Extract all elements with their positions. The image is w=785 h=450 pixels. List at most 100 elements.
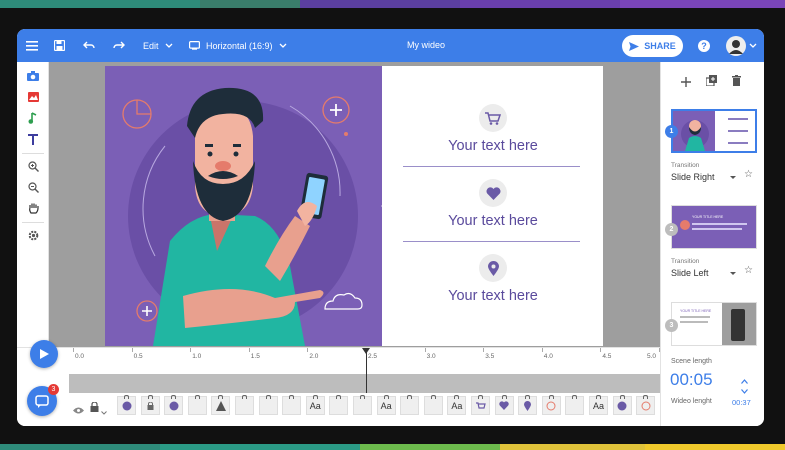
redo-icon[interactable] <box>113 29 125 62</box>
layout-select[interactable]: Horizontal (16:9) <box>189 29 287 62</box>
layer-item[interactable] <box>164 395 184 415</box>
layer-label: Aa <box>592 400 604 411</box>
camera-icon[interactable] <box>25 68 41 84</box>
zoom-in-icon[interactable] <box>25 158 41 174</box>
text-item-1[interactable]: Your text here <box>403 104 583 154</box>
cart-icon <box>479 104 507 132</box>
layer-item[interactable]: Aa <box>305 395 325 415</box>
layer-item[interactable] <box>235 395 254 415</box>
location-icon <box>524 400 532 411</box>
slide-canvas[interactable]: Your text here Your text here Your text … <box>105 66 603 346</box>
ruler-tick-mark <box>424 348 426 352</box>
layer-item[interactable]: Aa <box>376 395 396 415</box>
text-item-label: Your text here <box>448 138 538 154</box>
help-icon[interactable]: ? <box>698 29 710 62</box>
lock-icon[interactable] <box>90 399 99 417</box>
layer-item[interactable] <box>140 395 160 415</box>
layer-item[interactable] <box>117 395 136 415</box>
share-button[interactable]: SHARE <box>622 35 683 57</box>
star-icon[interactable]: ☆ <box>744 265 753 276</box>
chevron-down-icon[interactable] <box>101 402 107 420</box>
hamburger-icon[interactable] <box>26 29 38 62</box>
edit-menu[interactable]: Edit <box>143 29 173 62</box>
transition-select-2[interactable]: Slide Left <box>671 268 709 278</box>
thumbnail-illustration <box>681 120 709 151</box>
layer-item[interactable] <box>282 395 302 415</box>
ruler-tick-label: 4.0 <box>543 353 553 360</box>
layer-item[interactable] <box>518 395 538 415</box>
layer-item[interactable] <box>187 395 207 415</box>
layer-item[interactable] <box>612 395 632 415</box>
chevron-down-icon <box>279 43 286 48</box>
layout-label: Horizontal (16:9) <box>206 40 273 51</box>
scene-thumbnail-1[interactable] <box>671 109 757 153</box>
lock-icon <box>619 395 625 399</box>
layer-item[interactable] <box>471 395 490 415</box>
settings-icon[interactable] <box>25 227 41 243</box>
text-item-2[interactable]: Your text here <box>403 179 583 229</box>
lock-icon <box>242 395 247 399</box>
scene-length-label: Scene length <box>671 358 712 365</box>
layer-label: Aa <box>451 400 463 411</box>
layer-item[interactable] <box>423 395 443 415</box>
text-item-3[interactable]: Your text here <box>403 254 583 304</box>
undo-icon[interactable] <box>83 29 95 62</box>
playhead[interactable] <box>366 349 367 393</box>
tools-separator <box>22 222 44 223</box>
play-button[interactable] <box>30 340 58 368</box>
layer-item[interactable] <box>636 395 656 415</box>
chevron-down-icon[interactable] <box>730 176 736 179</box>
layer-item[interactable] <box>329 395 349 415</box>
timeline-track[interactable] <box>69 374 660 393</box>
hand-icon[interactable] <box>25 200 41 216</box>
save-icon[interactable] <box>54 29 65 62</box>
transition-select-1[interactable]: Slide Right <box>671 172 715 182</box>
ruler-tick-mark <box>541 348 543 352</box>
circle-shape-icon <box>169 401 179 410</box>
chevron-down-icon[interactable] <box>730 272 736 275</box>
layer-item[interactable]: Aa <box>447 395 467 415</box>
ruler-tick-label: 5.0 <box>647 353 657 360</box>
man-with-phone-illustration <box>122 87 363 346</box>
trash-icon[interactable] <box>732 73 741 91</box>
layer-item[interactable]: Aa <box>589 395 608 415</box>
image-icon[interactable] <box>25 89 41 105</box>
layer-item[interactable] <box>494 395 514 415</box>
project-title[interactable]: My wideo <box>407 29 445 62</box>
layer-item[interactable] <box>211 395 231 415</box>
ruler-tick-label: 4.5 <box>602 353 612 360</box>
lock-icon <box>218 395 224 399</box>
lock-icon <box>478 395 483 399</box>
layer-item[interactable] <box>565 395 585 415</box>
lock-icon <box>289 395 295 399</box>
layer-item[interactable] <box>400 395 420 415</box>
eye-icon[interactable] <box>73 401 84 419</box>
lock-icon <box>194 395 200 399</box>
ruler-tick-mark <box>483 348 485 352</box>
ruler-tick-mark <box>307 348 309 352</box>
duplicate-icon[interactable] <box>705 73 717 91</box>
lock-icon <box>501 395 507 399</box>
lock-icon <box>572 395 578 399</box>
text-icon[interactable] <box>25 131 41 147</box>
layer-item[interactable] <box>258 395 278 415</box>
timeline: 0.0 0.5 1.0 1.5 2.0 2.5 3.0 3.5 4.0 4.5 5.0 Aa Aa Aa… <box>17 340 679 426</box>
scene-thumbnail-2[interactable]: YOUR TITLE HERE <box>671 205 757 249</box>
ruler-tick-mark <box>73 348 74 352</box>
layer-item[interactable] <box>353 395 372 415</box>
user-menu[interactable] <box>726 29 757 62</box>
stepper-down-icon[interactable] <box>741 381 748 399</box>
layer-label: Aa <box>309 400 321 411</box>
star-icon[interactable]: ☆ <box>744 169 753 180</box>
lock-icon <box>407 395 413 399</box>
plus-icon[interactable] <box>681 74 691 92</box>
scene-thumbnail-3[interactable]: YOUR TITLE HERE <box>671 302 757 346</box>
thumbnail-title: YOUR TITLE HERE <box>680 309 712 313</box>
heart-icon <box>479 179 507 207</box>
layer-item[interactable] <box>541 395 561 415</box>
zoom-out-icon[interactable] <box>25 179 41 195</box>
wideo-length-value: 00:37 <box>732 398 751 407</box>
layer-list: Aa Aa Aa Aa <box>117 395 679 416</box>
music-icon[interactable] <box>25 110 41 126</box>
scene-length-value[interactable]: 00:05 <box>670 370 713 390</box>
